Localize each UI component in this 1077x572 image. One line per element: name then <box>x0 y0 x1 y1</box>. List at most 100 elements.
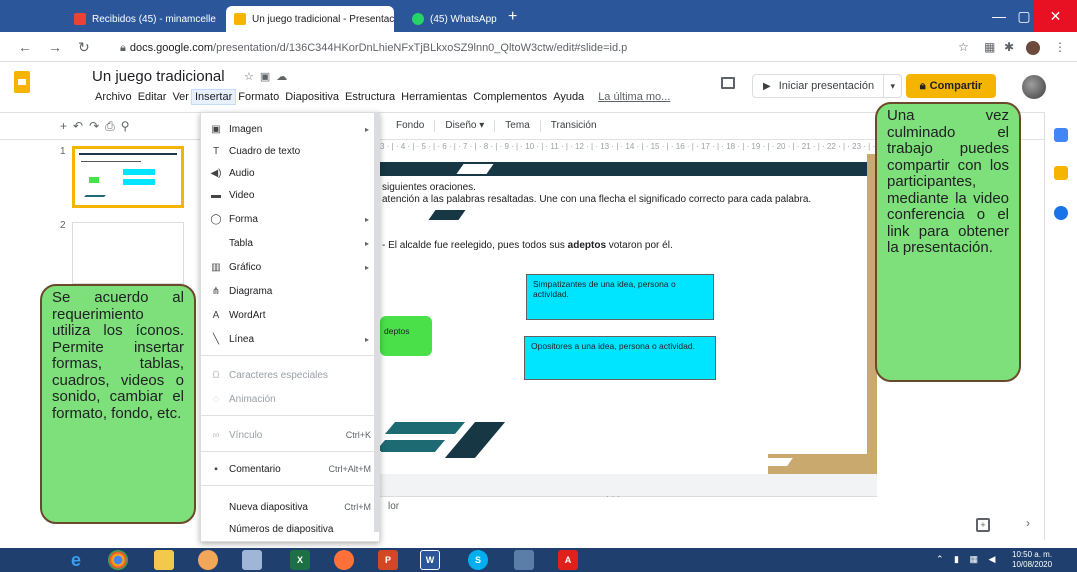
system-tray-icons[interactable]: ⌃ ▮ ▦ ◀ <box>936 554 999 565</box>
menu-item-vinculo[interactable]: ∞ Vínculo Ctrl+K <box>201 425 381 445</box>
calendar-icon[interactable] <box>1054 128 1068 142</box>
slide-top-band <box>380 162 867 176</box>
layout-button[interactable]: Diseño ▾ <box>445 120 484 132</box>
add-icon[interactable]: + <box>60 119 73 133</box>
slides-logo-icon[interactable] <box>14 71 30 93</box>
theme-button[interactable]: Tema <box>505 120 529 132</box>
menu-item-audio[interactable]: ◀) Audio <box>201 163 381 183</box>
menu-item-animacion[interactable]: ◌ Animación <box>201 389 381 409</box>
slide-canvas[interactable]: siguientes oraciones. atención a las pal… <box>380 154 867 474</box>
title-actions: ☆▣☁ <box>244 70 293 83</box>
powerpoint-icon[interactable]: P <box>378 550 398 570</box>
comments-icon[interactable] <box>721 77 735 89</box>
explore-icon[interactable]: + <box>976 518 990 532</box>
star-icon[interactable]: ☆ <box>244 71 260 83</box>
profile-avatar[interactable] <box>1026 41 1040 55</box>
chrome-icon[interactable] <box>108 550 128 570</box>
menu-diapositiva[interactable]: Diapositiva <box>282 90 342 104</box>
menu-item-tabla[interactable]: Tabla ▸ <box>201 233 381 253</box>
excel-icon[interactable]: X <box>290 550 310 570</box>
menu-item-forma[interactable]: ◯ Forma ▸ <box>201 209 381 229</box>
user-avatar[interactable] <box>1022 75 1046 99</box>
menu-complementos[interactable]: Complementos <box>470 90 550 104</box>
print-icon[interactable]: ⎙ <box>105 119 121 133</box>
menu-ayuda[interactable]: Ayuda <box>550 90 587 104</box>
slide-deco-stripe <box>747 458 793 466</box>
redo-icon[interactable]: ↷ <box>89 119 105 133</box>
menu-scrollbar[interactable] <box>374 112 380 532</box>
browser-tab-bar: Recibidos (45) - minamcelle@gr ✕ Un jueg… <box>0 0 1077 32</box>
share-button[interactable]: 🔒︎ Compartir <box>906 74 996 98</box>
chevron-right-icon[interactable]: › <box>1026 516 1030 530</box>
tab-slides[interactable]: Un juego tradicional - Presentac ✕ <box>226 6 394 32</box>
slide-deco-teal <box>384 422 466 434</box>
menu-item-diagrama[interactable]: ⋔ Diagrama <box>201 281 381 301</box>
menu-herramientas[interactable]: Herramientas <box>398 90 470 104</box>
folder-icon[interactable] <box>154 550 174 570</box>
present-dropdown-icon[interactable]: ▾ <box>883 75 901 97</box>
url-field[interactable]: 🔒︎ docs.google.com/presentation/d/136C344… <box>120 38 920 58</box>
lock-icon: 🔒︎ <box>120 42 126 54</box>
new-tab-button[interactable]: + <box>508 8 517 26</box>
ie-icon[interactable]: e <box>66 550 86 570</box>
menu-formato[interactable]: Formato <box>235 90 282 104</box>
meaning-box-2[interactable]: Opositores a una idea, persona o activid… <box>524 336 716 380</box>
extension-icon[interactable]: ▦ <box>984 40 995 54</box>
meaning-box-1[interactable]: Simpatizantes de una idea, persona o act… <box>526 274 714 320</box>
back-arrow-icon[interactable]: ← <box>18 39 32 55</box>
menu-archivo[interactable]: Archivo <box>92 90 135 104</box>
puzzle-icon[interactable]: ✱ <box>1004 40 1014 54</box>
speaker-notes[interactable]: · · · lor <box>380 491 877 540</box>
word-pill[interactable]: deptos <box>380 316 432 356</box>
menu-item-imagen[interactable]: ▣ Imagen ▸ <box>201 119 381 139</box>
firefox-icon[interactable] <box>334 550 354 570</box>
app-icon[interactable] <box>514 550 534 570</box>
transition-button[interactable]: Transición <box>551 120 597 132</box>
menu-estructura[interactable]: Estructura <box>342 90 398 104</box>
menu-item-cuadro-de-texto[interactable]: T Cuadro de texto <box>201 141 381 161</box>
menu-ver[interactable]: Ver <box>169 90 192 104</box>
keep-icon[interactable] <box>1054 166 1068 180</box>
animation-icon: ◌ <box>213 393 219 405</box>
menu-item-nueva-diapositiva[interactable]: Nueva diapositiva Ctrl+M <box>201 497 381 517</box>
move-folder-icon[interactable]: ▣ <box>260 71 276 83</box>
paint-format-icon[interactable]: ⚲ <box>121 119 136 133</box>
menu-item-numeros-de-diapositiva[interactable]: Números de diapositiva <box>201 519 381 539</box>
undo-icon[interactable]: ↶ <box>73 119 89 133</box>
notepad-icon[interactable] <box>242 550 262 570</box>
tab-gmail[interactable]: Recibidos (45) - minamcelle@gr ✕ <box>66 6 216 32</box>
skype-icon[interactable]: S <box>468 550 488 570</box>
background-button[interactable]: Fondo <box>396 120 424 132</box>
kebab-menu-icon[interactable]: ⋮ <box>1054 40 1066 54</box>
menu-item-video[interactable]: ▬ Video <box>201 185 381 205</box>
slide-thumbnail-1[interactable] <box>72 146 184 208</box>
menu-insertar[interactable]: Insertar <box>190 89 237 105</box>
reload-icon[interactable]: ↻ <box>78 39 90 56</box>
address-bar: ← → ↻ 🔒︎ docs.google.com/presentation/d/1… <box>0 32 1077 62</box>
menu-editar[interactable]: Editar <box>135 90 170 104</box>
document-title[interactable]: Un juego tradicional <box>92 68 225 85</box>
menu-item-grafico[interactable]: ▥ Gráfico ▸ <box>201 257 381 277</box>
star-icon[interactable]: ☆ <box>958 40 969 54</box>
slide-thumbnail-2[interactable] <box>72 222 184 284</box>
present-button[interactable]: ▶ Iniciar presentación ▾ <box>752 74 902 98</box>
minimize-icon[interactable]: — <box>984 0 1014 32</box>
slides-icon <box>234 13 246 25</box>
tab-whatsapp[interactable]: (45) WhatsApp ✕ <box>404 6 500 32</box>
slide-line-1: siguientes oraciones. <box>382 182 476 193</box>
menu-item-comentario[interactable]: ▪ Comentario Ctrl+Alt+M <box>201 459 381 479</box>
forward-arrow-icon[interactable]: → <box>48 39 62 55</box>
last-edit-link[interactable]: La última mo... <box>595 90 673 104</box>
chart-icon: ▥ <box>211 261 221 273</box>
menu-item-wordart[interactable]: A WordArt <box>201 305 381 325</box>
system-clock[interactable]: 10:50 a. m. 10/08/2020 <box>1012 550 1052 570</box>
acrobat-icon[interactable]: A <box>558 550 578 570</box>
word-icon[interactable]: W <box>420 550 440 570</box>
menu-item-caracteres-especiales[interactable]: Ω Caracteres especiales <box>201 365 381 385</box>
menu-item-linea[interactable]: ╲ Línea ▸ <box>201 329 381 349</box>
paint-icon[interactable] <box>198 550 218 570</box>
maximize-icon[interactable]: ▢ <box>1014 0 1034 32</box>
window-close-icon[interactable]: ✕ <box>1034 0 1077 32</box>
resize-handle[interactable]: · · · <box>606 491 620 501</box>
tasks-icon[interactable] <box>1054 206 1068 220</box>
